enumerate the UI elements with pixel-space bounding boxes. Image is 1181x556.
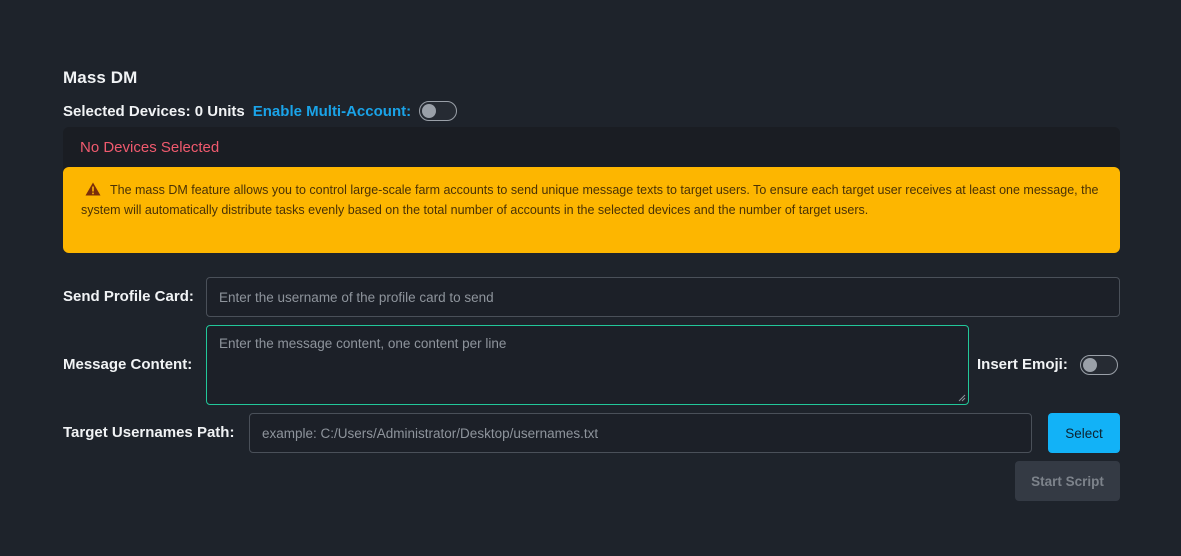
- profile-card-placeholder: Enter the username of the profile card t…: [219, 289, 494, 305]
- insert-emoji-toggle[interactable]: [1080, 355, 1118, 375]
- multi-account-label: Enable Multi-Account:: [252, 102, 412, 120]
- target-path-placeholder: example: C:/Users/Administrator/Desktop/…: [262, 425, 599, 441]
- warning-triangle-icon: [85, 182, 101, 196]
- insert-emoji-label: Insert Emoji:: [977, 356, 1068, 373]
- target-path-input[interactable]: example: C:/Users/Administrator/Desktop/…: [249, 413, 1032, 453]
- no-devices-message: No Devices Selected: [80, 139, 220, 156]
- toggle-knob: [1083, 357, 1097, 372]
- start-script-button[interactable]: Start Script: [1015, 461, 1120, 501]
- message-content-textarea[interactable]: Enter the message content, one content p…: [206, 325, 969, 405]
- warning-alert: The mass DM feature allows you to contro…: [63, 167, 1120, 253]
- device-list-box: No Devices Selected The mass DM feature …: [63, 127, 1120, 253]
- toggle-knob: [422, 103, 437, 118]
- profile-card-input[interactable]: Enter the username of the profile card t…: [206, 277, 1120, 317]
- target-path-label: Target Usernames Path:: [63, 424, 235, 441]
- devices-row: Selected Devices: 0 Units Enable Multi-A…: [63, 99, 458, 123]
- selected-devices-label: Selected Devices: 0 Units: [63, 102, 245, 120]
- message-content-label: Message Content:: [63, 356, 193, 373]
- resize-grip-icon[interactable]: [958, 394, 966, 402]
- multi-account-toggle[interactable]: [419, 101, 458, 121]
- message-content-placeholder: Enter the message content, one content p…: [219, 336, 507, 351]
- page-title: Mass DM: [63, 68, 138, 87]
- select-file-button[interactable]: Select: [1048, 413, 1120, 453]
- warning-text: The mass DM feature allows you to contro…: [81, 183, 1099, 217]
- profile-card-label: Send Profile Card:: [63, 288, 194, 305]
